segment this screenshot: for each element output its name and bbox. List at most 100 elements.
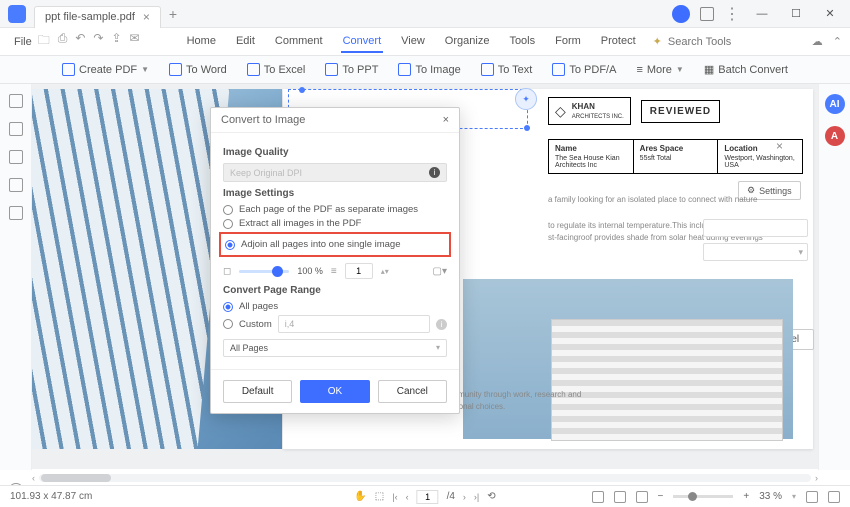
undo-icon[interactable]: ↶ [75,31,85,52]
option-custom-range[interactable]: Custom i,4 i [223,315,447,333]
tab-home[interactable]: Home [185,31,218,53]
form-field[interactable]: ▾ [703,243,808,261]
scroll-left-icon[interactable]: ‹ [28,473,39,483]
fullscreen-icon[interactable] [828,491,840,503]
user-avatar[interactable] [672,5,690,23]
to-image-button[interactable]: To Image [394,61,464,78]
document-tab[interactable]: ppt file-sample.pdf × [34,6,161,28]
to-word-button[interactable]: To Word [165,61,231,78]
ai-badge-icon[interactable]: ✦ [515,88,537,110]
option-adjoin-pages[interactable]: Adjoin all pages into one single image [225,239,445,250]
ok-button[interactable]: OK [300,380,369,403]
to-ppt-button[interactable]: To PPT [321,61,382,78]
scrollbar-thumb[interactable] [41,474,111,482]
file-menu[interactable]: File [8,32,38,52]
zoom-slider[interactable] [673,495,733,498]
cancel-button[interactable]: Cancel [378,380,447,403]
more-button[interactable]: ≡More▼ [632,62,687,78]
custom-range-input[interactable]: i,4 [278,315,430,333]
save-icon[interactable]: 🗀 [38,31,50,52]
batch-convert-button[interactable]: ▦Batch Convert [700,61,792,78]
info-icon[interactable]: i [429,167,440,178]
dpi-field[interactable]: Keep Original DPI i [223,163,447,182]
close-window-button[interactable]: ✕ [818,2,842,26]
prev-page-icon[interactable]: ‹ [406,492,409,502]
to-excel-button[interactable]: To Excel [243,61,310,78]
tab-organize[interactable]: Organize [443,31,492,53]
dialog-close-icon[interactable]: × [443,114,449,126]
attachments-icon[interactable] [9,178,23,192]
tab-form[interactable]: Form [553,31,583,53]
zoom-caret-icon[interactable]: ▾ [792,492,796,501]
create-pdf-button[interactable]: Create PDF▼ [58,61,153,78]
selection-handle[interactable] [524,125,530,131]
default-button[interactable]: Default [223,380,292,403]
cloud-icon[interactable]: ☁ [812,35,823,48]
option-extract-images[interactable]: Extract all images in the PDF [223,218,447,229]
output-icon[interactable]: ▢▾ [433,266,447,277]
select-tool-icon[interactable]: ⬚ [375,491,384,502]
hand-tool-icon[interactable]: ✋ [354,491,366,502]
to-text-button[interactable]: To Text [477,61,537,78]
zoom-slider[interactable] [239,270,289,273]
selection-handle[interactable] [299,87,305,93]
tab-view[interactable]: View [399,31,427,53]
next-page-icon[interactable]: › [463,492,466,502]
form-field[interactable] [703,219,808,237]
last-page-icon[interactable]: ›| [474,492,479,502]
share-icon[interactable]: ⇪ [111,31,121,52]
minimize-button[interactable]: — [750,2,774,26]
redo-icon[interactable]: ↷ [93,31,103,52]
create-pdf-icon [62,63,75,76]
mail-icon[interactable]: ✉ [130,31,140,52]
collapse-ribbon-icon[interactable]: ⌃ [833,35,842,48]
tab-comment[interactable]: Comment [273,31,325,53]
comments-icon[interactable] [9,150,23,164]
option-each-page[interactable]: Each page of the PDF as separate images [223,204,447,215]
print-icon[interactable]: ⎙ [58,31,68,52]
tab-edit[interactable]: Edit [234,31,257,53]
thumbnails-icon[interactable] [9,94,23,108]
ai-assistant-icon[interactable]: AI [825,94,845,114]
align-icon[interactable]: ≡ [331,266,337,277]
page-select-dropdown[interactable]: All Pages▾ [223,339,447,357]
new-tab-button[interactable]: + [169,6,177,22]
to-pdfa-button[interactable]: To PDF/A [548,61,620,78]
reflow-icon[interactable]: ⟲ [487,491,495,502]
text-icon [481,63,494,76]
view-mode-2-icon[interactable] [614,491,626,503]
more-icon: ≡ [636,64,642,76]
maximize-button[interactable]: ☐ [784,2,808,26]
bookmarks-icon[interactable] [9,122,23,136]
titlebar-extra-icon[interactable] [700,7,714,21]
kebab-menu-icon[interactable]: ⋮ [724,4,740,24]
statusbar: 101.93 x 47.87 cm ✋ ⬚ |‹ ‹ /4 › ›| ⟲ − +… [0,485,850,507]
search-tools-input[interactable] [668,36,758,48]
magic-wand-icon[interactable]: ✦ [653,35,662,48]
tab-protect[interactable]: Protect [599,31,638,53]
page-number-input[interactable] [417,490,439,504]
first-page-icon[interactable]: |‹ [392,492,397,502]
image-quality-label: Image Quality [223,147,447,158]
khan-logo-box: ◇ KHANARCHITECTS INC. [548,97,631,125]
scroll-right-icon[interactable]: › [811,473,822,483]
view-mode-1-icon[interactable] [592,491,604,503]
fit-width-icon[interactable] [806,491,818,503]
page-count-input[interactable] [345,263,373,279]
zoom-out-icon[interactable]: − [658,491,664,502]
tab-convert[interactable]: Convert [341,31,384,53]
zoom-in-icon[interactable]: + [743,491,749,502]
image-settings-label: Image Settings [223,188,447,199]
view-mode-3-icon[interactable] [636,491,648,503]
stepper-icon[interactable]: ▴▾ [381,267,389,276]
close-tab-icon[interactable]: × [143,10,150,24]
fields-icon[interactable] [9,206,23,220]
crop-icon[interactable]: ◻ [223,266,231,277]
reviewed-stamp: REVIEWED [641,100,720,123]
pdf-tool-icon[interactable]: A [825,126,845,146]
option-all-pages[interactable]: All pages [223,301,447,312]
main-tabs: Home Edit Comment Convert View Organize … [185,31,638,53]
tab-tools[interactable]: Tools [507,31,537,53]
horizontal-scrollbar[interactable]: ‹ › [28,471,822,485]
info-icon[interactable]: i [436,319,447,330]
